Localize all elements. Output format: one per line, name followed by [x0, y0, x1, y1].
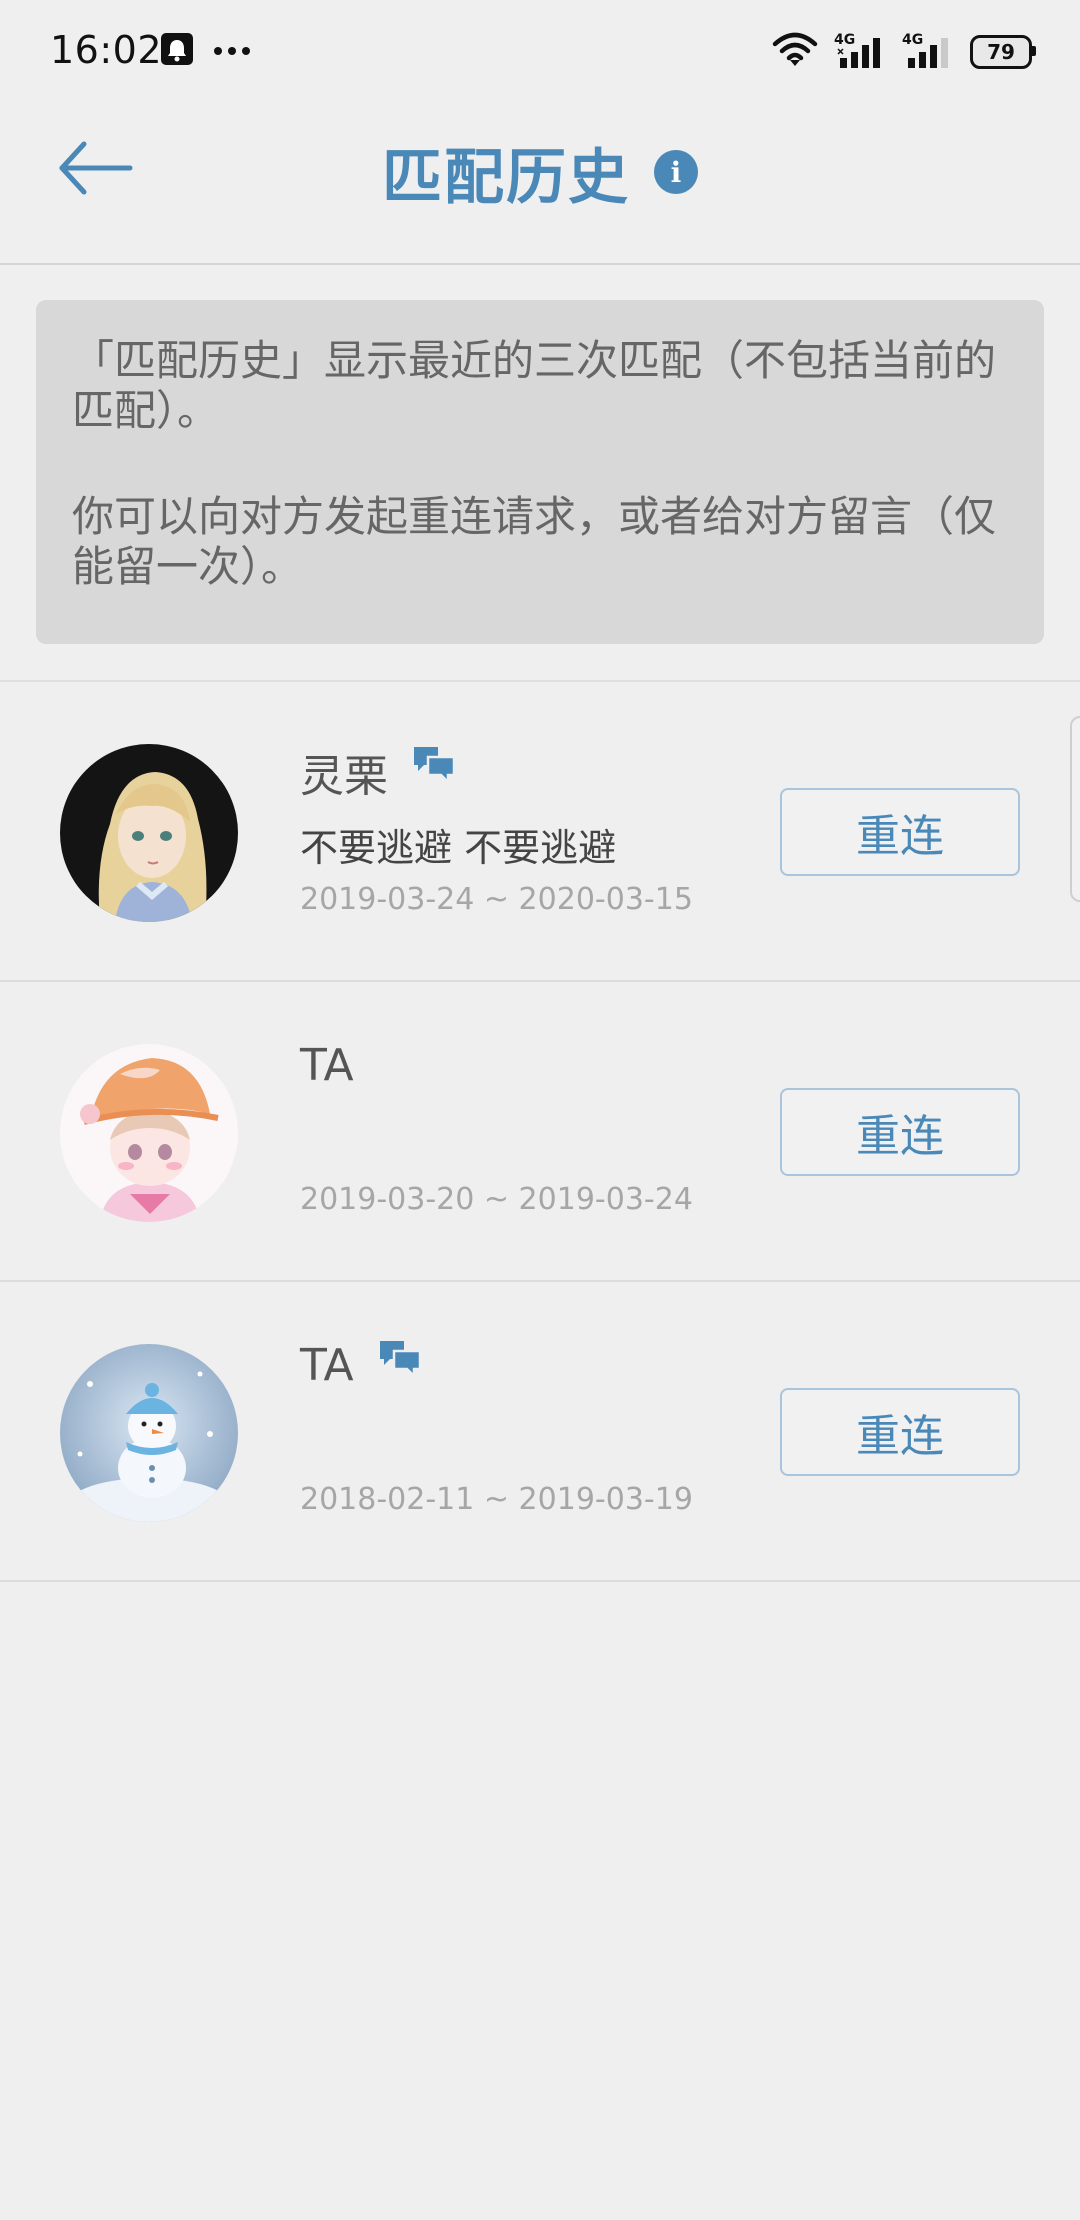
notice-text-1: 「匹配历史」显示最近的三次匹配（不包括当前的匹配）。 [72, 336, 997, 435]
notification-icon [160, 32, 194, 70]
battery-icon: 79 [970, 35, 1036, 69]
contact-name: TA [300, 1340, 354, 1391]
status-time: 16:02 [50, 28, 163, 72]
edge-handle[interactable] [1070, 716, 1080, 902]
row-name-line: 灵栗 [300, 740, 456, 804]
network-type-label: 4G [902, 32, 924, 48]
match-dates: 2019-03-24 ~ 2020-03-15 [300, 882, 693, 917]
network-type-label: 4G [834, 32, 856, 48]
contact-name: 灵栗 [300, 751, 388, 802]
status-right-icons: 4G 4G 79 [772, 32, 1036, 72]
avatar[interactable] [60, 1344, 238, 1522]
header-title-wrap: 匹配历史 i [0, 122, 1080, 222]
girl-avatar [60, 744, 238, 922]
reconnect-button[interactable]: 重连 [780, 788, 1020, 876]
reconnect-button[interactable]: 重连 [780, 1388, 1020, 1476]
chat-bubbles-icon[interactable] [378, 1339, 422, 1379]
history-row: TA 2019-03-20 ~ 2019-03-24 重连 [0, 982, 1080, 1282]
hat-avatar [60, 1044, 238, 1222]
app-header: 匹配历史 i [0, 108, 1080, 265]
contact-name: TA [300, 1040, 354, 1091]
signal-icon: 4G [834, 32, 886, 70]
signal-icon: 4G [902, 32, 954, 70]
history-row: TA 2018-02-11 ~ 2019-03-19 重连 [0, 1282, 1080, 1582]
notice-text-2: 你可以向对方发起重连请求，或者给对方留言（仅能留一次）。 [72, 492, 997, 591]
chat-bubbles-icon[interactable] [412, 745, 456, 786]
avatar[interactable] [60, 744, 238, 922]
match-dates: 2019-03-20 ~ 2019-03-24 [300, 1182, 693, 1217]
more-icon [212, 42, 252, 61]
contact-message: 不要逃避 不要逃避 [300, 826, 617, 870]
history-row: 灵栗 不要逃避 不要逃避 2019-03-24 ~ 2020-03-15 重连 [0, 682, 1080, 982]
page-title: 匹配历史 [382, 142, 630, 213]
history-list: 灵栗 不要逃避 不要逃避 2019-03-24 ~ 2020-03-15 重连 [0, 680, 1080, 1582]
row-name-line: TA [300, 1040, 354, 1091]
row-name-line: TA [300, 1340, 422, 1391]
wifi-icon [772, 32, 818, 72]
status-bar: 16:02 4G 4G 79 [0, 0, 1080, 108]
notice-box: 「匹配历史」显示最近的三次匹配（不包括当前的匹配）。 你可以向对方发起重连请求，… [36, 300, 1044, 644]
avatar[interactable] [60, 1044, 238, 1222]
snowman-avatar [60, 1344, 238, 1522]
reconnect-button[interactable]: 重连 [780, 1088, 1020, 1176]
status-left-icons [160, 32, 252, 70]
info-icon[interactable]: i [654, 150, 698, 194]
match-dates: 2018-02-11 ~ 2019-03-19 [300, 1482, 693, 1517]
